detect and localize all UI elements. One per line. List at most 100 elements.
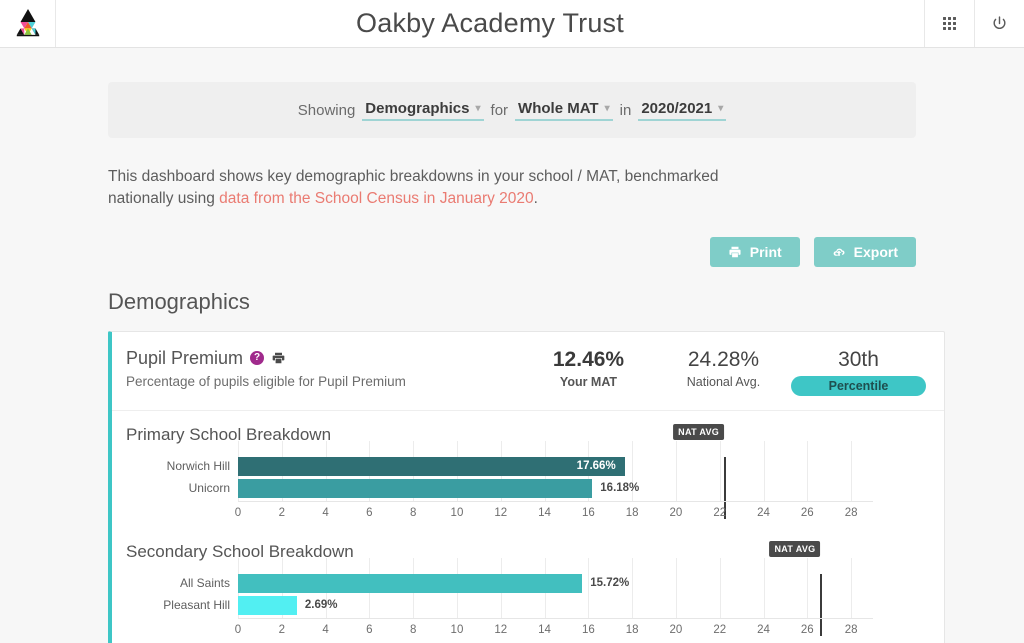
bar-category-label: Norwich Hill	[166, 458, 230, 473]
metric-title-row: Pupil Premium ?	[126, 348, 521, 369]
x-axis-tick-label: 6	[366, 506, 373, 519]
chart-plot-area: All Saints 15.72% Pleasant Hill 2.69% NAT AV…	[126, 540, 926, 639]
description-text-after: .	[533, 190, 538, 208]
x-axis-tick-label: 0	[234, 623, 242, 636]
stat-national-average: 24.28% National Avg.	[656, 348, 791, 389]
x-axis-tick-label: 14	[538, 623, 551, 636]
chevron-down-icon: ▾	[604, 102, 610, 114]
bars-container: All Saints 15.72% Pleasant Hill 2.69% NAT AV…	[163, 540, 873, 636]
x-axis-tick-label: 8	[409, 623, 417, 636]
year-dropdown-value: 2020/2021	[641, 100, 713, 117]
metric-subtitle: Percentage of pupils eligible for Pupil …	[126, 373, 406, 389]
print-button-label: Print	[749, 243, 782, 260]
question-mark-icon[interactable]: ?	[250, 351, 265, 366]
national-average-label: NAT AVG	[769, 540, 821, 557]
x-axis-tick-label: 6	[366, 623, 373, 636]
chevron-down-icon: ▾	[718, 102, 724, 114]
x-axis-tick-label: 10	[450, 506, 464, 519]
grid-apps-icon	[943, 17, 956, 30]
stat-your-mat: 12.46% Your MAT	[521, 348, 656, 389]
bar[interactable]: 17.66%	[238, 456, 625, 476]
x-axis-tick-label: 22	[713, 506, 727, 519]
x-axis-tick-label: 2	[278, 506, 285, 519]
x-axis-tick-label: 18	[625, 506, 639, 519]
bar-value-label: 15.72%	[590, 576, 630, 589]
x-axis-tick-label: 12	[494, 506, 508, 519]
bar-category-label: All Saints	[179, 575, 230, 590]
x-axis-tick-label: 12	[494, 623, 508, 636]
metric-stats: 12.46% Your MAT 24.28% National Avg. 30t…	[521, 348, 926, 396]
x-axis-tick-label: 24	[757, 506, 770, 519]
x-axis-tick-label: 26	[800, 506, 814, 519]
x-axis-tick-label: 4	[322, 623, 329, 636]
bar-value-label: 2.69%	[304, 598, 338, 611]
x-axis-tick-label: 20	[669, 506, 683, 519]
chart-plot-area: Norwich Hill 17.66% Unicorn 16.18% NAT AVG 0 2…	[126, 423, 926, 522]
x-axis-tick-label: 22	[713, 623, 727, 636]
bar-value-label: 17.66%	[576, 460, 616, 473]
stat-label: National Avg.	[686, 374, 761, 389]
bars-container: Norwich Hill 17.66% Unicorn 16.18% NAT AVG	[167, 423, 873, 519]
page-content: Showing Demographics ▾ for Whole MAT ▾ i…	[0, 82, 1024, 643]
bar[interactable]	[238, 595, 297, 615]
scope-dropdown-value: Whole MAT	[518, 100, 599, 117]
app-header: Oakby Academy Trust	[0, 0, 1024, 48]
chart-title: Primary School Breakdown	[126, 424, 332, 444]
bar-category-label: Unicorn	[188, 480, 230, 495]
stat-value: 30th	[838, 347, 879, 371]
printer-icon	[729, 246, 741, 258]
scope-dropdown[interactable]: Whole MAT ▾	[515, 99, 613, 121]
showing-label: Showing	[297, 101, 356, 119]
year-dropdown[interactable]: 2020/2021 ▾	[638, 99, 727, 121]
x-axis-tick-label: 16	[581, 506, 595, 519]
x-axis-tick-label: 8	[409, 506, 417, 519]
x-axis-tick-label: 28	[844, 623, 858, 636]
printer-icon[interactable]	[271, 351, 286, 365]
metric-dropdown[interactable]: Demographics ▾	[362, 99, 484, 121]
filter-bar: Showing Demographics ▾ for Whole MAT ▾ i…	[108, 82, 916, 138]
bar-category-label: Pleasant Hill	[163, 597, 230, 612]
power-icon	[993, 16, 1006, 29]
chevron-down-icon: ▾	[475, 102, 481, 114]
export-button-label: Export	[853, 243, 898, 260]
national-average-label: NAT AVG	[673, 423, 725, 440]
logout-button[interactable]	[974, 0, 1024, 47]
bar[interactable]	[238, 573, 583, 593]
metric-dropdown-value: Demographics	[365, 100, 470, 117]
x-axis-tick-label: 16	[581, 623, 595, 636]
x-axis-tick-label: 4	[322, 506, 329, 519]
x-axis-ticks: 0 2 4 6 8 10 12 14 16 18 20 22 24 26 28	[234, 502, 873, 522]
stat-label: Your MAT	[559, 374, 618, 389]
bar-row: All Saints 15.72%	[180, 573, 873, 593]
x-axis-tick-label: 26	[800, 623, 814, 636]
triangle-logo	[16, 8, 39, 36]
dashboard-description: This dashboard shows key demographic bre…	[108, 166, 728, 211]
bar[interactable]	[238, 478, 593, 498]
stat-percentile: 30th Percentile	[791, 348, 926, 396]
x-axis-tick-label: 18	[625, 623, 639, 636]
x-axis-ticks: 0 2 4 6 8 10 12 14 16 18 20 22 24 26 28	[234, 619, 873, 639]
for-label: for	[490, 101, 509, 119]
census-data-link[interactable]: data from the School Census in January 2…	[219, 190, 534, 207]
stat-value: 24.28%	[687, 347, 760, 371]
logo-container[interactable]	[0, 0, 56, 47]
metric-card-pupil-premium: Pupil Premium ? Percentage of pupils eli…	[108, 330, 945, 643]
page-title: Oakby Academy Trust	[356, 8, 624, 38]
bar-row: Unicorn 16.18%	[189, 478, 873, 498]
status-badge: Percentile	[791, 375, 926, 396]
print-button[interactable]: Print	[709, 236, 800, 267]
stat-value: 12.46%	[552, 347, 625, 371]
metric-card-header: Pupil Premium ? Percentage of pupils eli…	[112, 332, 944, 411]
section-heading: Demographics	[108, 288, 250, 314]
export-button[interactable]: Export	[813, 236, 916, 267]
x-axis-tick-label: 10	[450, 623, 464, 636]
bar-row: Norwich Hill 17.66%	[167, 456, 873, 476]
x-axis-tick-label: 0	[234, 506, 242, 519]
x-axis-tick-label: 24	[757, 623, 770, 636]
x-axis-tick-label: 2	[278, 623, 285, 636]
metric-title: Pupil Premium	[126, 347, 244, 368]
chart-secondary-school-breakdown: Secondary School Breakdown All Saints 15.…	[112, 528, 944, 643]
x-axis-tick-label: 28	[844, 506, 858, 519]
chart-primary-school-breakdown: Primary School Breakdown Norwich Hill 17.…	[112, 411, 944, 528]
apps-menu-button[interactable]	[924, 0, 974, 47]
